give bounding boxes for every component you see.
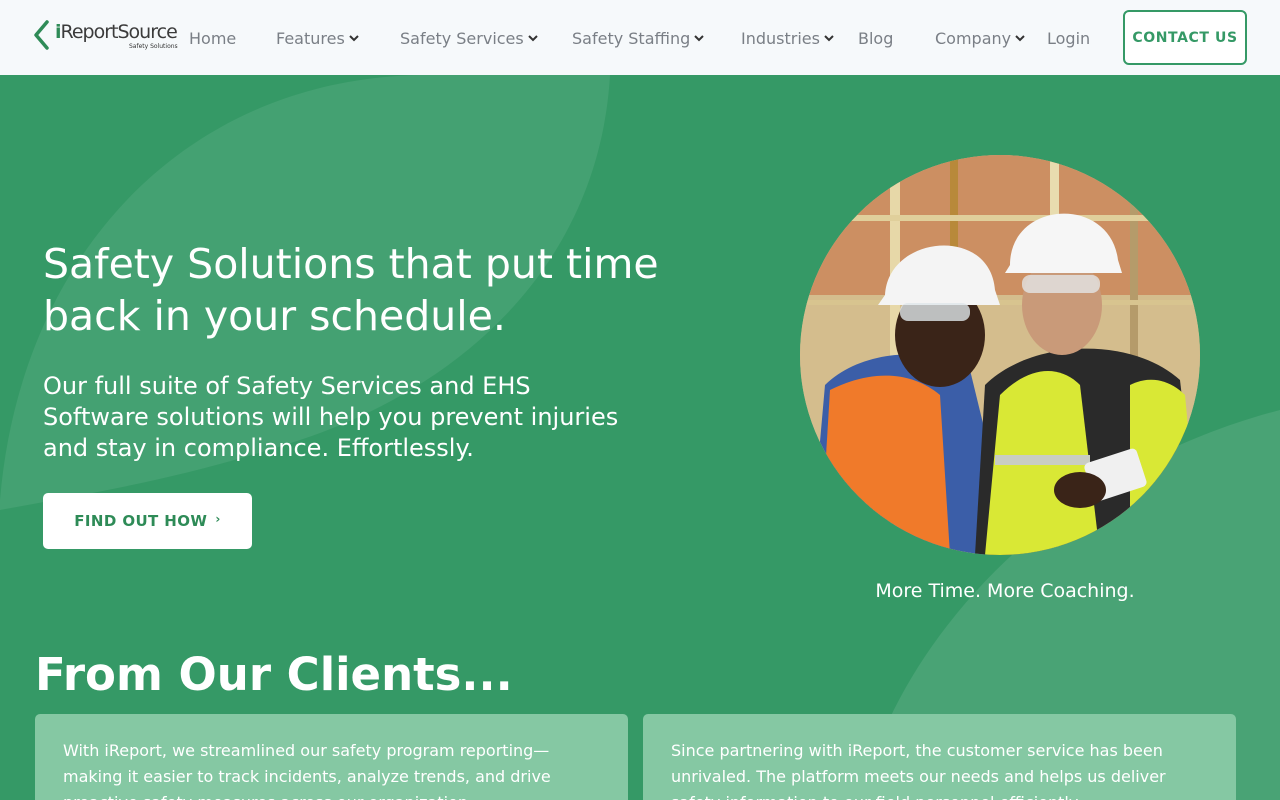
nav-blog-label: Blog	[858, 28, 894, 48]
nav-safety-services[interactable]: Safety Services	[400, 27, 539, 49]
nav-blog[interactable]: Blog	[858, 27, 893, 49]
nav-features-label: Features	[276, 28, 345, 48]
chevron-down-icon	[349, 35, 359, 42]
nav-login-label: Login	[1047, 28, 1091, 48]
safety-workers-image	[800, 155, 1200, 555]
logo-wordmark: iReportSource	[55, 21, 178, 43]
ireportsource-logo[interactable]: iReportSource Safety Solutions	[34, 18, 178, 54]
logo-tagline: Safety Solutions	[129, 43, 178, 50]
testimonial-card: Since partnering with iReport, the custo…	[643, 714, 1236, 800]
contact-us-button[interactable]: CONTACT US	[1123, 10, 1247, 65]
nav-login[interactable]: Login	[1047, 27, 1090, 49]
find-out-how-button[interactable]: FIND OUT HOW ›	[43, 493, 252, 549]
nav-home[interactable]: Home	[189, 27, 236, 49]
site-header: iReportSource Safety Solutions Home Feat…	[0, 0, 1280, 75]
photo-caption: More Time. More Coaching.	[875, 580, 1135, 602]
clients-section-title: From Our Clients...	[35, 648, 513, 701]
nav-industries[interactable]: Industries	[741, 27, 835, 49]
testimonial-text: With iReport, we streamlined our safety …	[63, 741, 551, 800]
nav-safety-staffing-label: Safety Staffing	[572, 28, 691, 48]
chevron-down-icon	[824, 35, 834, 42]
chevron-down-icon	[694, 35, 704, 42]
nav-safety-services-label: Safety Services	[400, 28, 524, 48]
nav-home-label: Home	[189, 28, 237, 48]
chevron-down-icon	[1015, 35, 1025, 42]
find-out-how-label: FIND OUT HOW	[74, 512, 208, 530]
nav-company[interactable]: Company	[935, 27, 1026, 49]
hero-subtitle: Our full suite of Safety Services and EH…	[43, 372, 619, 462]
hero-photo	[800, 155, 1200, 555]
nav-safety-staffing[interactable]: Safety Staffing	[572, 27, 705, 49]
chevron-right-icon: ›	[215, 512, 221, 526]
nav-company-label: Company	[935, 28, 1012, 48]
hero-title: Safety Solutions that put time back in y…	[43, 240, 659, 340]
nav-industries-label: Industries	[741, 28, 820, 48]
testimonial-card: With iReport, we streamlined our safety …	[35, 714, 628, 800]
testimonial-text: Since partnering with iReport, the custo…	[671, 741, 1166, 800]
chevron-down-icon	[528, 35, 538, 42]
nav-features[interactable]: Features	[276, 27, 360, 49]
